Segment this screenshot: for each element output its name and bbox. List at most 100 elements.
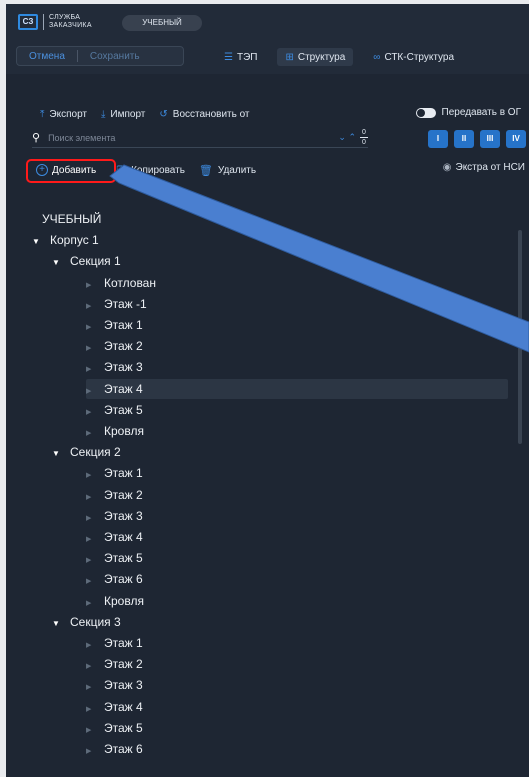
tree-node-label: Этаж 6 xyxy=(104,742,143,756)
tab-tep-label: ТЭП xyxy=(236,51,258,63)
tree-node-label: Этаж 2 xyxy=(104,487,143,502)
tree-node-floor[interactable]: ▶ Этаж 3 xyxy=(86,357,143,377)
tree-node-section[interactable]: ▼ Секция 3 xyxy=(52,612,121,632)
trash-icon: 🗑 xyxy=(198,164,213,177)
tree-node-label: Кровля xyxy=(104,424,144,438)
tree-node-label: Этаж 3 xyxy=(104,508,143,523)
expand-arrow-icon: ▶ xyxy=(86,493,92,501)
import-icon: ⤓ xyxy=(101,108,106,120)
copy-button[interactable]: ❐ Копировать xyxy=(116,164,185,177)
cancel-button[interactable]: Отмена xyxy=(17,51,77,62)
eye-icon: ◉ xyxy=(442,162,452,173)
search-count-top: 0 xyxy=(362,129,366,136)
tab-stk-structure-label: СТК-Структура xyxy=(384,51,455,63)
tab-tep[interactable]: ☰ ТЭП xyxy=(216,48,265,66)
tree-node-floor[interactable]: ▶ Этаж 1 xyxy=(86,463,143,483)
level-ii-button[interactable]: II xyxy=(454,130,474,148)
export-label: Экспорт xyxy=(49,108,87,120)
collapse-arrow-icon[interactable]: ▼ xyxy=(32,232,44,252)
history-icon: ↺ xyxy=(159,108,168,120)
expand-arrow-icon: ▶ xyxy=(86,302,92,310)
tree-node-floor[interactable]: ▶ Этаж 5 xyxy=(86,718,143,738)
transfer-toggle[interactable]: Передавать в ОГ xyxy=(415,107,521,118)
expand-arrow-icon: ▶ xyxy=(86,281,92,289)
tree-node-label: Этаж 5 xyxy=(104,720,143,735)
expand-arrow-icon: ▶ xyxy=(86,599,92,607)
search-bar: ⚲ ⌄ ⌃ 0 0 xyxy=(32,128,368,148)
app-window: СЗ СЛУЖБА ЗАКАЗЧИКА УЧЕБНЫЙ Отмена Сохра… xyxy=(6,4,529,777)
tab-structure[interactable]: ⊞ Структура xyxy=(277,48,354,66)
extra-label: Экстра от НСИ xyxy=(455,162,526,173)
delete-button[interactable]: 🗑 Удалить xyxy=(199,164,256,177)
expand-arrow-icon: ▶ xyxy=(86,366,92,374)
tree-node-label: Этаж 1 xyxy=(104,466,143,481)
level-i-button[interactable]: I xyxy=(428,130,448,148)
expand-arrow-icon: ▶ xyxy=(86,748,92,755)
tree-node-floor[interactable]: ▶ Кровля xyxy=(86,591,144,611)
expand-arrow-icon: ▶ xyxy=(86,642,92,649)
expand-arrow-icon: ▶ xyxy=(86,324,92,331)
expand-arrow-icon: ▶ xyxy=(86,557,92,565)
toggle-switch[interactable] xyxy=(415,107,436,118)
logo-line-1: СЛУЖБА xyxy=(49,14,81,21)
tree-node-floor[interactable]: ▶ Этаж 4 xyxy=(86,697,143,717)
tree-node-floor[interactable]: ▶ Этаж 5 xyxy=(86,400,143,420)
tab-stk-structure[interactable]: ∞ СТК-Структура xyxy=(365,48,462,66)
expand-arrow-icon: ▶ xyxy=(86,705,92,713)
tree-node-floor[interactable]: ▶ Этаж 1 xyxy=(86,315,143,335)
import-button[interactable]: ⤓ Импорт xyxy=(101,109,145,120)
level-iv-button[interactable]: IV xyxy=(506,130,526,148)
tree-node-section[interactable]: ▼ Секция 2 xyxy=(52,442,121,462)
annotation-highlight-box xyxy=(26,159,116,183)
mode-badge[interactable]: УЧЕБНЫЙ xyxy=(122,15,202,31)
extra-nsi-button[interactable]: ◉ Экстра от НСИ xyxy=(443,162,525,173)
edit-actions: Отмена Сохранить xyxy=(16,46,184,66)
tree-node-floor[interactable]: ▶ Кровля xyxy=(86,421,144,441)
search-count-bottom: 0 xyxy=(362,139,366,146)
search-nav-arrows[interactable]: ⌄ ⌃ xyxy=(338,132,356,143)
expand-arrow-icon: ▶ xyxy=(86,472,92,480)
tree-node-floor[interactable]: ▶ Этаж 6 xyxy=(86,739,143,759)
structure-icon: ⊞ xyxy=(285,51,294,63)
toggle-knob xyxy=(416,108,425,117)
expand-arrow-icon: ▶ xyxy=(86,536,92,543)
level-buttons: I II III IV xyxy=(428,130,529,148)
tree-node-floor[interactable]: ▶ Этаж 2 xyxy=(86,485,143,505)
delete-label: Удалить xyxy=(217,164,257,176)
tree-node-floor[interactable]: ▶ Этаж 6 xyxy=(86,569,143,589)
tree-node-label: Этаж -1 xyxy=(104,296,147,311)
level-iii-button[interactable]: III xyxy=(480,130,500,148)
expand-arrow-icon: ▶ xyxy=(86,663,92,671)
tree-node-section[interactable]: ▼ Секция 1 xyxy=(52,251,121,271)
tree-scrollbar[interactable] xyxy=(518,230,522,444)
expand-arrow-icon: ▶ xyxy=(86,345,92,353)
expand-arrow-icon: ▶ xyxy=(86,684,92,692)
tree-node-floor[interactable]: ▶ Этаж 3 xyxy=(86,675,143,695)
restore-button[interactable]: ↺ Восстановить от xyxy=(159,109,249,120)
tree-node-floor[interactable]: ▶ Этаж 4 xyxy=(86,379,143,399)
transfer-label: Передавать в ОГ xyxy=(441,107,521,118)
tree-node-floor[interactable]: ▶ Этаж -1 xyxy=(86,294,147,314)
tree-node-floor[interactable]: ▶ Этаж 2 xyxy=(86,654,143,674)
tree-root[interactable]: УЧЕБНЫЙ xyxy=(42,209,101,229)
search-icon: ⚲ xyxy=(32,132,41,144)
tree-node-floor[interactable]: ▶ Этаж 4 xyxy=(86,527,143,547)
expand-arrow-icon: ▶ xyxy=(86,430,92,437)
save-button[interactable]: Сохранить xyxy=(78,51,152,62)
tree-node-floor[interactable]: ▶ Этаж 3 xyxy=(86,506,143,526)
file-toolbar: ⤒ Экспорт ⤓ Импорт ↺ Восстановить от Пер… xyxy=(40,107,529,121)
collapse-arrow-icon[interactable]: ▼ xyxy=(52,444,64,464)
logo-mark: СЗ xyxy=(18,14,38,30)
tree-node-floor[interactable]: ▶ Этаж 5 xyxy=(86,548,143,568)
search-input[interactable] xyxy=(48,132,289,143)
collapse-arrow-icon[interactable]: ▼ xyxy=(52,253,64,273)
tree-node-label: Этаж 3 xyxy=(104,678,143,693)
tree-node-label: Этаж 4 xyxy=(104,381,143,396)
collapse-arrow-icon[interactable]: ▼ xyxy=(52,614,64,634)
export-button[interactable]: ⤒ Экспорт xyxy=(40,109,87,120)
tree-node-floor[interactable]: ▶ Котлован xyxy=(86,273,156,293)
tree-node-floor[interactable]: ▶ Этаж 1 xyxy=(86,633,143,653)
copy-label: Копировать xyxy=(131,164,185,176)
tree-node-floor[interactable]: ▶ Этаж 2 xyxy=(86,336,143,356)
tree-node-building[interactable]: ▼ Корпус 1 xyxy=(32,230,99,250)
